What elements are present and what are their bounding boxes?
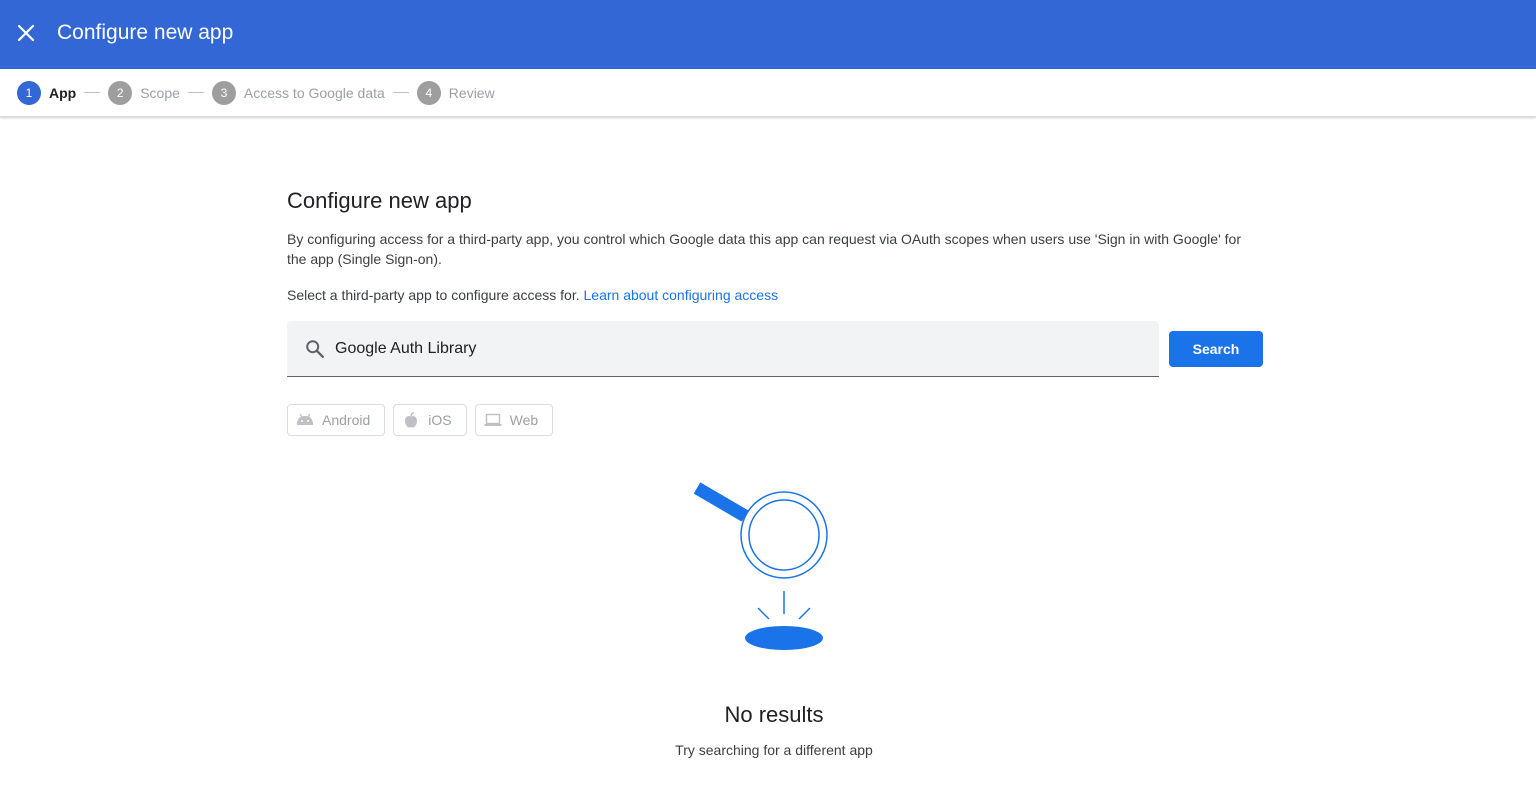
- select-prompt-text: Select a third-party app to configure ac…: [287, 287, 580, 303]
- step-number: 2: [108, 80, 133, 105]
- header-title: Configure new app: [57, 21, 234, 44]
- platform-filters: Android iOS Web: [287, 404, 561, 436]
- search-icon: [306, 340, 324, 358]
- filter-chip-label: iOS: [428, 412, 452, 428]
- step-number: 3: [211, 80, 236, 105]
- step-divider: [84, 92, 101, 93]
- step-label: Scope: [140, 84, 180, 101]
- empty-state-title: No results: [724, 702, 824, 727]
- laptop-icon: [484, 411, 502, 429]
- android-icon: [296, 411, 314, 429]
- step-number: 1: [17, 80, 41, 105]
- apple-icon: [402, 411, 420, 429]
- magnifier-illustration: [693, 482, 828, 650]
- step-divider: [392, 92, 409, 93]
- empty-state-subtitle: Try searching for a different app: [675, 742, 873, 758]
- step-access-to-google-data[interactable]: 3 Access to Google data: [211, 80, 385, 105]
- filter-chip-web[interactable]: Web: [474, 404, 554, 436]
- select-prompt: Select a third-party app to configure ac…: [287, 285, 1263, 305]
- search-box[interactable]: [287, 321, 1159, 377]
- filter-chip-ios[interactable]: iOS: [393, 404, 467, 436]
- search-button[interactable]: Search: [1169, 331, 1263, 367]
- step-label: App: [49, 84, 77, 101]
- main-content: Configure new app By configuring access …: [287, 186, 1263, 305]
- step-app[interactable]: 1 App: [17, 80, 77, 105]
- filter-chip-label: Android: [322, 412, 371, 428]
- filter-chip-label: Web: [509, 412, 539, 428]
- page-title: Configure new app: [287, 188, 472, 213]
- search-row: Search: [287, 321, 1263, 377]
- learn-more-link[interactable]: Learn about configuring access: [584, 287, 779, 303]
- step-label: Review: [448, 84, 495, 101]
- step-number: 4: [416, 80, 441, 105]
- close-button[interactable]: [13, 20, 39, 46]
- page-description: By configuring access for a third-party …: [287, 231, 1241, 267]
- close-icon: [17, 24, 35, 42]
- app-header: Configure new app: [0, 0, 1536, 69]
- step-label: Access to Google data: [243, 84, 385, 101]
- search-input[interactable]: [335, 321, 1135, 377]
- step-scope[interactable]: 2 Scope: [108, 80, 180, 105]
- step-review[interactable]: 4 Review: [416, 80, 495, 105]
- filter-chip-android[interactable]: Android: [287, 404, 386, 436]
- step-divider: [187, 92, 204, 93]
- stepper: 1 App 2 Scope 3 Access to Google data 4 …: [0, 69, 1536, 117]
